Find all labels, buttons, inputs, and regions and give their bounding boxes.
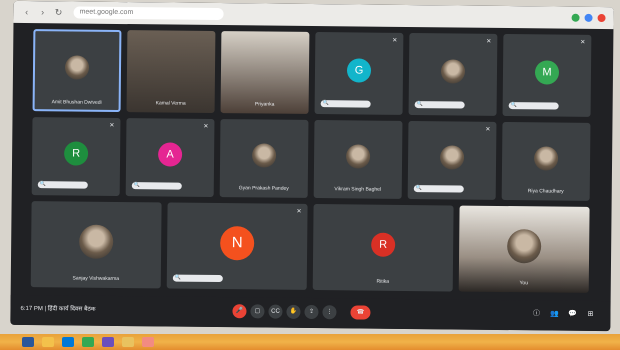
meet-window: ‹ › ↻ meet.google.com Amit Bhushan Dwive… bbox=[10, 0, 614, 332]
participant-tile-1[interactable]: Kamal Verma bbox=[126, 30, 216, 113]
mic-off-icon: ✕ bbox=[580, 39, 586, 46]
extension-icon[interactable] bbox=[584, 13, 593, 22]
more-options-button[interactable]: ⋮ bbox=[322, 305, 337, 320]
avatar: M bbox=[534, 60, 560, 85]
mic-toggle-button[interactable]: 🎤 bbox=[232, 304, 247, 319]
people-icon[interactable]: 👥 bbox=[548, 308, 560, 320]
participant-name: Amit Bhushan Dwivedi bbox=[51, 99, 102, 106]
leave-call-button[interactable]: ☎ bbox=[350, 305, 371, 320]
participant-tile-2[interactable]: Priyanka bbox=[220, 31, 310, 114]
mic-off-icon: ✕ bbox=[203, 123, 209, 130]
chrome-icon[interactable] bbox=[82, 337, 94, 347]
participant-tile-11[interactable]: Riya Chaudhary bbox=[501, 121, 591, 201]
store-icon[interactable] bbox=[62, 337, 74, 347]
participant-name: You bbox=[519, 280, 529, 287]
avatar bbox=[506, 228, 542, 263]
participant-name: Riya Chaudhary bbox=[527, 188, 564, 195]
avatar: N bbox=[220, 225, 255, 260]
name-pill bbox=[131, 182, 182, 190]
name-pill bbox=[413, 185, 464, 193]
participant-tile-13[interactable]: N ✕ bbox=[166, 202, 308, 290]
participant-tile-12[interactable]: Sanjay Vishwakarma bbox=[30, 201, 162, 289]
forward-icon[interactable]: › bbox=[38, 7, 48, 17]
profile-icon[interactable] bbox=[597, 13, 606, 23]
windows-taskbar bbox=[0, 334, 620, 350]
participant-tile-self[interactable]: You bbox=[458, 205, 590, 293]
mic-off-icon: ✕ bbox=[296, 208, 302, 215]
participant-name: Kamal Verma bbox=[155, 100, 186, 107]
meeting-title: हिंदी कार्य दिवस बैठक bbox=[47, 306, 96, 313]
avatar: R bbox=[371, 232, 396, 257]
mic-off-icon: ✕ bbox=[486, 38, 492, 45]
participant-tile-4[interactable]: ✕ bbox=[408, 33, 498, 116]
participant-name: Ritika bbox=[376, 278, 390, 285]
participant-tile-7[interactable]: A ✕ bbox=[125, 118, 215, 197]
avatar bbox=[79, 224, 114, 259]
avatar bbox=[345, 144, 371, 169]
info-icon[interactable]: ⓘ bbox=[530, 308, 542, 320]
media-icon[interactable] bbox=[102, 337, 114, 347]
avatar bbox=[439, 145, 465, 170]
captions-button[interactable]: CC bbox=[268, 304, 283, 319]
extensions bbox=[571, 13, 606, 23]
participant-tile-10[interactable]: ✕ bbox=[407, 121, 497, 200]
meeting-time: 6:17 PM | हिंदी कार्य दिवस बैठक bbox=[20, 305, 96, 313]
avatar: G bbox=[346, 58, 372, 83]
participant-tile-0[interactable]: Amit Bhushan Dwivedi bbox=[32, 29, 122, 112]
participant-tile-9[interactable]: Vikram Singh Baghel bbox=[313, 120, 403, 199]
address-bar[interactable]: meet.google.com bbox=[73, 6, 224, 21]
participant-name: Priyanka bbox=[254, 101, 275, 108]
participant-tile-3[interactable]: G ✕ bbox=[314, 32, 404, 115]
reload-icon[interactable]: ↻ bbox=[54, 7, 64, 17]
chat-icon[interactable]: 💬 bbox=[566, 309, 578, 321]
participant-tile-6[interactable]: R ✕ bbox=[31, 117, 121, 196]
avatar bbox=[440, 59, 466, 84]
name-pill bbox=[508, 102, 559, 110]
name-pill bbox=[320, 100, 371, 108]
name-pill bbox=[37, 181, 88, 189]
mic-off-icon: ✕ bbox=[109, 122, 115, 129]
avatar: R bbox=[63, 141, 89, 166]
present-button[interactable]: ⇪ bbox=[304, 304, 319, 320]
avatar bbox=[533, 146, 559, 171]
mic-off-icon: ✕ bbox=[485, 126, 491, 133]
participant-tile-14[interactable]: R Ritika bbox=[312, 204, 454, 292]
photos-icon[interactable] bbox=[142, 337, 154, 347]
back-icon[interactable]: ‹ bbox=[22, 7, 32, 17]
extension-icon[interactable] bbox=[571, 13, 580, 22]
participant-name: Gyan Prakash Pandey bbox=[238, 185, 289, 192]
camera-toggle-button[interactable]: ▢ bbox=[250, 304, 265, 319]
participant-name: Sanjay Vishwakarma bbox=[72, 275, 120, 282]
name-pill bbox=[414, 101, 465, 109]
avatar: A bbox=[157, 142, 183, 167]
avatar bbox=[64, 55, 90, 80]
participant-name: Vikram Singh Baghel bbox=[334, 186, 382, 193]
raise-hand-button[interactable]: ✋ bbox=[286, 304, 301, 319]
participant-tile-8[interactable]: Gyan Prakash Pandey bbox=[219, 119, 309, 198]
browser-toolbar: ‹ › ↻ meet.google.com bbox=[13, 0, 614, 30]
control-bar: 6:17 PM | हिंदी कार्य दिवस बैठक 🎤 ▢ CC ✋… bbox=[10, 294, 611, 332]
windows-start-icon[interactable] bbox=[22, 337, 34, 347]
avatar bbox=[251, 143, 277, 168]
name-pill bbox=[172, 274, 223, 283]
mic-off-icon: ✕ bbox=[392, 37, 398, 44]
folder-icon[interactable] bbox=[122, 337, 134, 347]
participant-tile-5[interactable]: M ✕ bbox=[502, 33, 592, 117]
file-explorer-icon[interactable] bbox=[42, 337, 54, 347]
activities-icon[interactable]: ⊞ bbox=[584, 309, 596, 321]
